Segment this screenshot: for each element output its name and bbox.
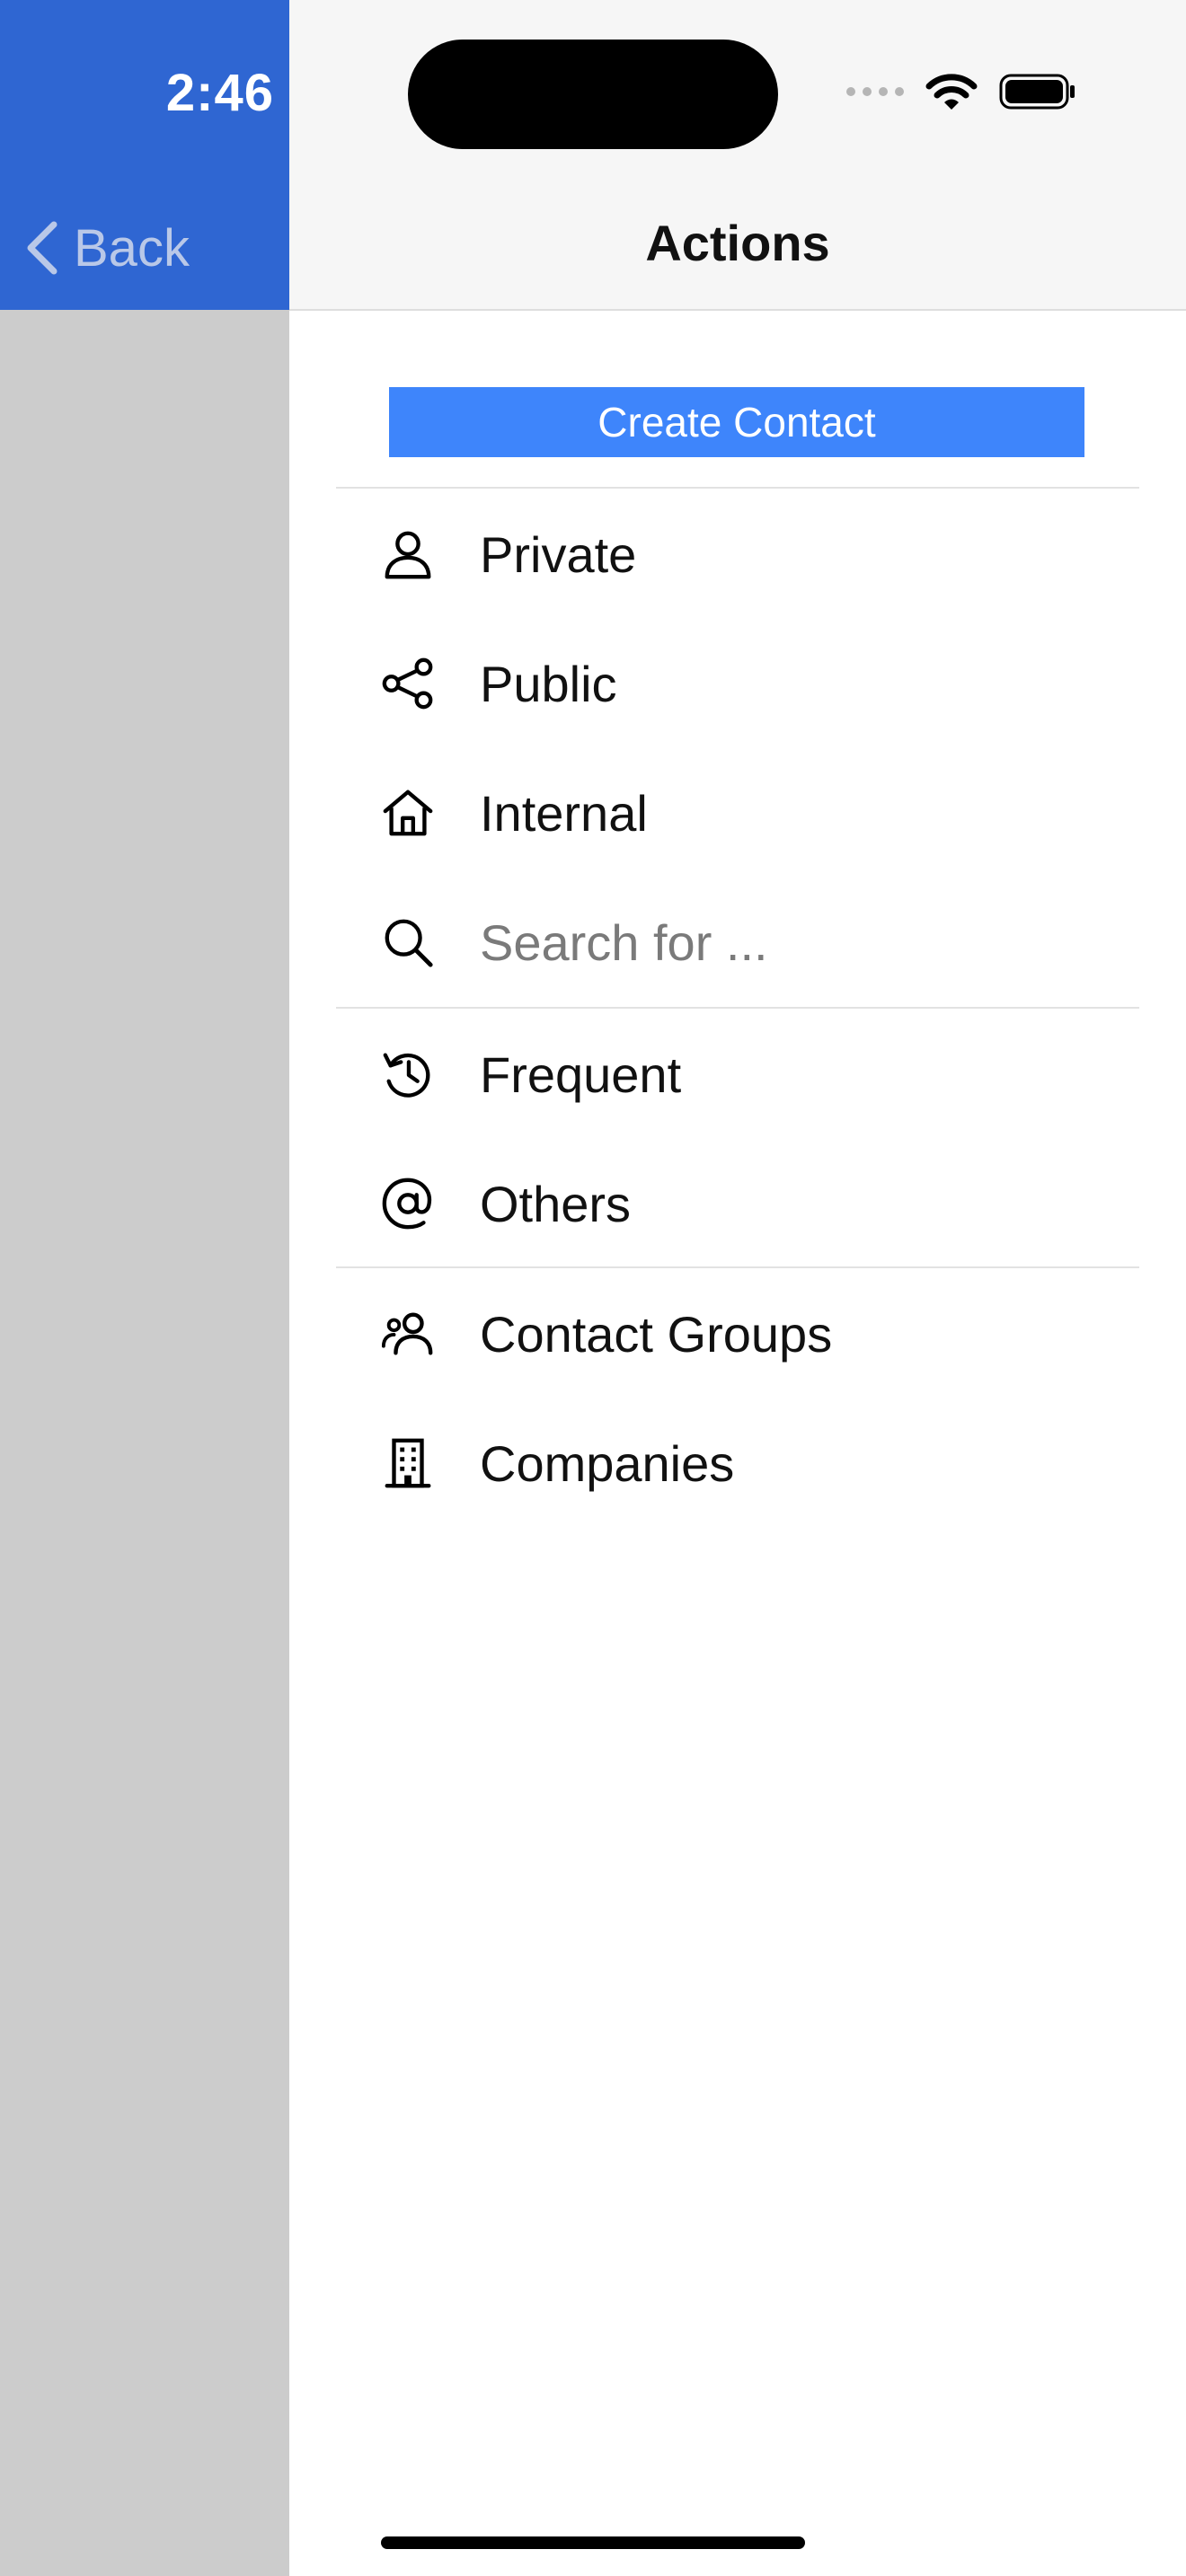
background-app-content [0, 310, 289, 2576]
menu-item-label: Others [480, 1175, 632, 1232]
nav-header: Actions [289, 0, 1186, 311]
actions-panel: Actions Create Contact Private Public In… [289, 0, 1186, 2576]
menu-item-label: Private [480, 525, 637, 583]
menu-item-label: Internal [480, 784, 648, 842]
create-contact-button[interactable]: Create Contact [389, 387, 1084, 457]
home-icon [336, 748, 480, 878]
share-icon [336, 619, 480, 748]
menu-item-others[interactable]: Others [336, 1139, 1139, 1268]
chevron-left-icon [27, 221, 58, 275]
battery-icon [999, 74, 1075, 110]
dynamic-island [408, 40, 778, 149]
page-title: Actions [645, 215, 830, 271]
status-time: 2:46 [165, 64, 274, 122]
divider [336, 1266, 1139, 1268]
menu-item-public[interactable]: Public [336, 619, 1139, 748]
menu-item-label: Companies [480, 1434, 735, 1492]
background-app-header: 2:46 Back [0, 0, 289, 310]
search-icon [336, 878, 480, 1007]
history-icon [336, 1010, 480, 1139]
divider [336, 487, 1139, 489]
menu-item-frequent[interactable]: Frequent [336, 1010, 1139, 1139]
menu-item-contact-groups[interactable]: Contact Groups [336, 1269, 1139, 1398]
menu-item-label: Public [480, 655, 617, 712]
menu-item-label: Frequent [480, 1045, 682, 1103]
person-icon [336, 490, 480, 619]
building-icon [336, 1398, 480, 1528]
search-row[interactable] [336, 878, 1139, 1007]
status-icons [846, 72, 1076, 111]
at-sign-icon [336, 1139, 480, 1268]
divider [336, 1007, 1139, 1009]
menu-item-private[interactable]: Private [336, 490, 1139, 619]
back-button[interactable]: Back [23, 212, 190, 284]
search-input[interactable] [480, 913, 1055, 972]
group-icon [336, 1269, 480, 1398]
menu-item-internal[interactable]: Internal [336, 748, 1139, 878]
back-label: Back [74, 218, 190, 278]
menu-item-label: Contact Groups [480, 1305, 833, 1363]
menu-item-companies[interactable]: Companies [336, 1398, 1139, 1528]
cellular-signal-icon [846, 87, 904, 96]
wifi-icon [925, 74, 978, 110]
home-indicator[interactable] [381, 2536, 805, 2549]
